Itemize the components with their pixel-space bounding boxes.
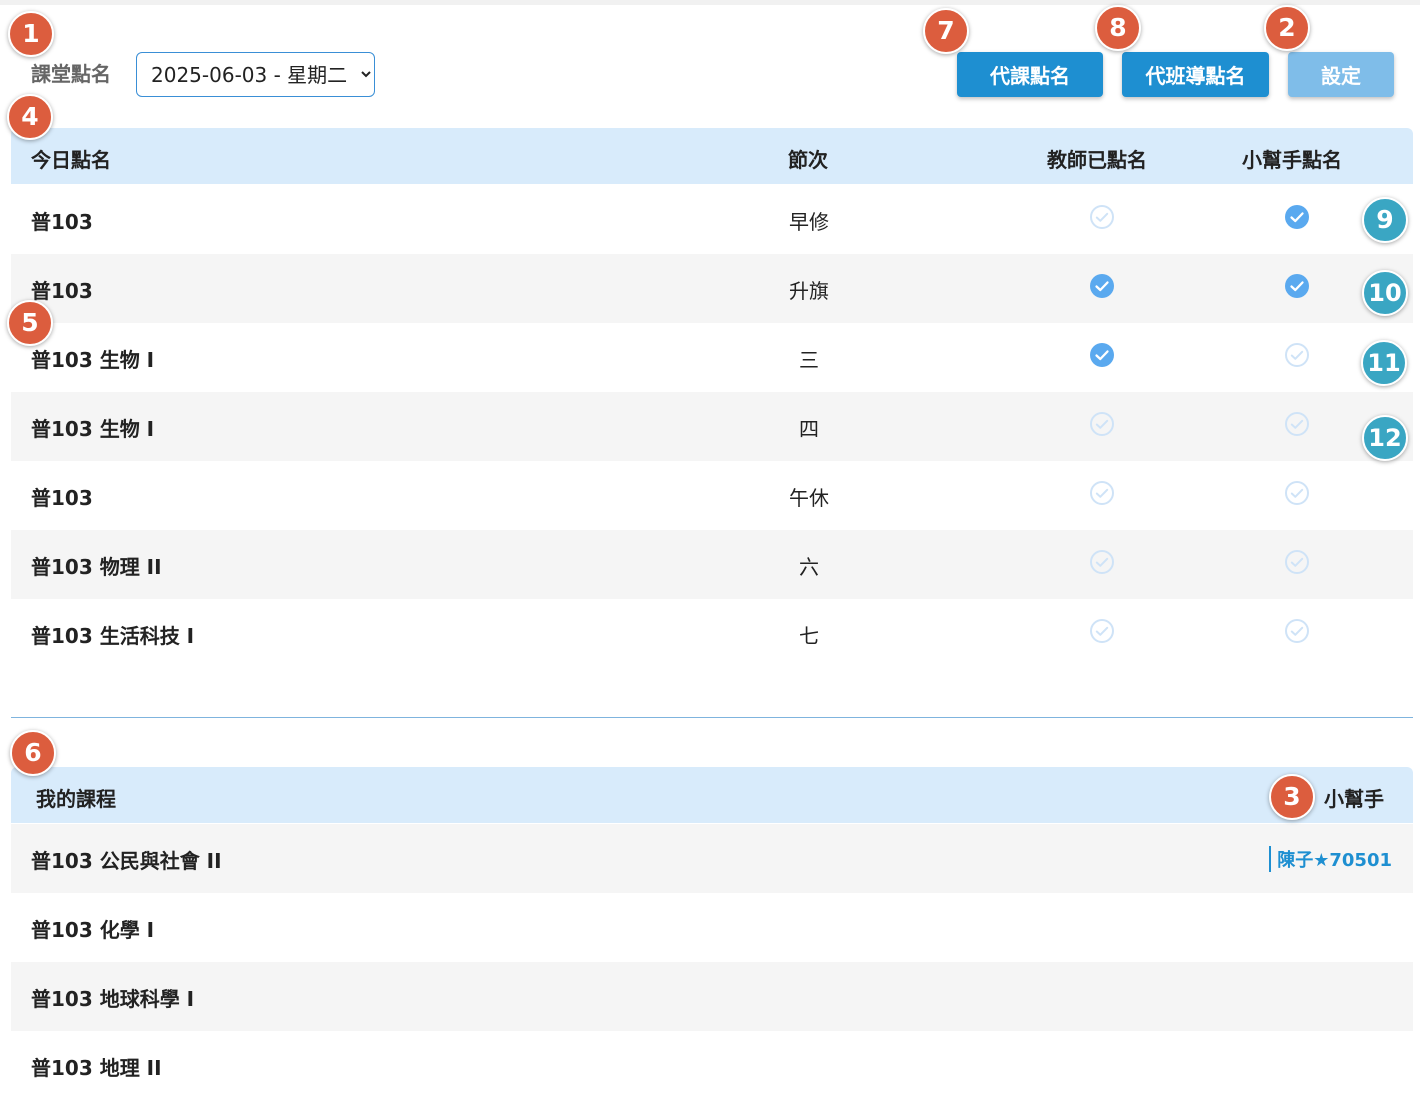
col-helper: 小幫手 [1324,787,1384,811]
today-row: 普103 早修 [11,185,1413,254]
today-row-period: 六 [799,555,819,579]
today-row-course: 普103 物理 II [31,555,162,579]
course-row-name: 普103 公民與社會 II [31,849,222,873]
course-row-name: 普103 地理 II [31,1056,162,1080]
annotation-marker: 2 [1264,5,1310,51]
today-row-course: 普103 [31,210,93,234]
teacher-check-off-icon[interactable] [1090,619,1114,643]
course-row: 普103 地球科學 I [11,962,1413,1031]
teacher-check-off-icon[interactable] [1090,550,1114,574]
annotation-marker: 10 [1362,270,1408,316]
annotation-marker: 4 [7,94,53,140]
page-title: 課堂點名 [31,62,111,86]
today-row-period: 七 [799,624,819,648]
annotation-marker: 8 [1095,5,1141,51]
course-row: 普103 公民與社會 II 陳子★70501 [11,824,1413,893]
helper-check-off-icon[interactable] [1285,481,1309,505]
col-period: 節次 [788,148,828,172]
annotation-marker: 3 [1269,774,1315,820]
today-row-period: 早修 [789,210,829,234]
annotation-marker: 12 [1362,415,1408,461]
today-row-course: 普103 生物 I [31,348,155,372]
col-today-course: 今日點名 [31,148,111,172]
col-helper-done: 小幫手點名 [1242,148,1342,172]
top-border [0,0,1420,5]
col-my-course: 我的課程 [36,787,116,811]
today-row-period: 四 [799,417,819,441]
courses-table-header: 我的課程 小幫手 [11,767,1413,823]
helper-check-off-icon[interactable] [1285,619,1309,643]
today-row-period: 午休 [789,486,829,510]
teacher-check-on-icon[interactable] [1090,274,1114,298]
today-row-course: 普103 [31,486,93,510]
today-row-period: 升旗 [789,279,829,303]
today-row: 普103 生物 I 四 [11,392,1413,461]
today-row: 普103 午休 [11,461,1413,530]
helper-check-off-icon[interactable] [1285,412,1309,436]
course-row: 普103 地理 II [11,1031,1413,1100]
course-row: 普103 化學 I [11,893,1413,962]
today-row-course: 普103 [31,279,93,303]
today-row: 普103 物理 II 六 [11,530,1413,599]
today-row: 普103 升旗 [11,254,1413,323]
date-select[interactable]: 2025-06-03 - 星期二 [136,52,375,97]
section-divider [11,717,1413,718]
settings-button[interactable]: 設定 [1288,52,1394,97]
annotation-marker: 11 [1361,340,1407,386]
today-row-course: 普103 生活科技 I [31,624,195,648]
helper-check-on-icon[interactable] [1285,205,1309,229]
annotation-marker: 6 [10,730,56,776]
today-row-course: 普103 生物 I [31,417,155,441]
today-row: 普103 生活科技 I 七 [11,599,1413,668]
annotation-marker: 9 [1362,197,1408,243]
helper-check-off-icon[interactable] [1285,550,1309,574]
teacher-check-on-icon[interactable] [1090,343,1114,367]
course-helper-link[interactable]: 陳子★70501 [1269,846,1392,872]
annotation-marker: 1 [8,11,54,57]
teacher-check-off-icon[interactable] [1090,412,1114,436]
today-table-header: 今日點名 節次 教師已點名 小幫手點名 [11,128,1413,184]
col-teacher-done: 教師已點名 [1047,148,1147,172]
annotation-marker: 7 [923,8,969,54]
substitute-attendance-button[interactable]: 代課點名 [957,52,1103,97]
helper-check-off-icon[interactable] [1285,343,1309,367]
teacher-check-off-icon[interactable] [1090,481,1114,505]
substitute-homeroom-attendance-button[interactable]: 代班導點名 [1122,52,1269,97]
today-row: 普103 生物 I 三 [11,323,1413,392]
annotation-marker: 5 [7,300,53,346]
today-row-period: 三 [799,348,819,372]
course-row-name: 普103 地球科學 I [31,987,195,1011]
teacher-check-off-icon[interactable] [1090,205,1114,229]
helper-check-on-icon[interactable] [1285,274,1309,298]
course-row-name: 普103 化學 I [31,918,155,942]
